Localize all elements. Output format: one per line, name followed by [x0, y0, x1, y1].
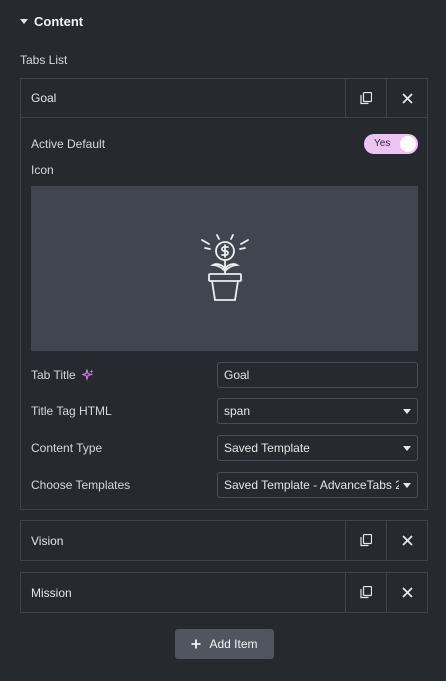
repeater-item-mission: Mission: [20, 572, 428, 613]
chevron-down-icon: [403, 445, 411, 451]
remove-button[interactable]: [386, 573, 427, 612]
add-item-label: Add Item: [209, 637, 258, 651]
duplicate-icon: [360, 534, 372, 547]
duplicate-button[interactable]: [345, 521, 386, 560]
close-icon: [401, 535, 413, 546]
title-tag-select[interactable]: span: [217, 398, 418, 424]
icon-picker-preview[interactable]: [31, 186, 418, 351]
duplicate-button[interactable]: [345, 79, 386, 117]
active-default-toggle[interactable]: Yes: [364, 134, 418, 154]
repeater-item-title[interactable]: Goal: [21, 79, 345, 117]
repeater-item-title[interactable]: Vision: [21, 521, 345, 560]
close-icon: [401, 92, 413, 104]
icon-label: Icon: [31, 163, 54, 177]
plus-icon: [191, 639, 201, 649]
ai-sparkle-icon[interactable]: [81, 369, 94, 381]
choose-templates-label: Choose Templates: [31, 478, 131, 492]
section-title: Content: [34, 13, 84, 29]
content-type-label: Content Type: [31, 441, 103, 455]
chevron-down-icon: [403, 482, 411, 488]
duplicate-button[interactable]: [345, 573, 386, 612]
caret-down-icon: [20, 18, 28, 24]
content-type-value: Saved Template: [224, 441, 310, 455]
repeater-item-title[interactable]: Mission: [21, 573, 345, 612]
remove-button[interactable]: [386, 79, 427, 117]
content-type-select[interactable]: Saved Template: [217, 435, 418, 461]
plant-money-icon: [200, 233, 249, 301]
title-tag-label: Title Tag HTML: [31, 404, 112, 418]
add-item-button[interactable]: Add Item: [175, 629, 274, 659]
tab-title-value: Goal: [224, 368, 250, 382]
close-icon: [401, 587, 413, 598]
active-default-label: Active Default: [31, 137, 106, 151]
toggle-knob: [400, 136, 416, 152]
choose-templates-select[interactable]: Saved Template - AdvanceTabs 2: [217, 472, 418, 498]
duplicate-icon: [360, 91, 372, 104]
content-section-toggle[interactable]: Content: [20, 12, 83, 30]
tabs-list-label: Tabs List: [20, 53, 68, 67]
remove-button[interactable]: [386, 521, 427, 560]
chevron-down-icon: [403, 408, 411, 414]
toggle-state-text: Yes: [374, 138, 391, 149]
duplicate-icon: [360, 586, 372, 599]
choose-templates-value: Saved Template - AdvanceTabs 2: [224, 478, 399, 492]
tab-title-label-row: Tab Title: [31, 368, 94, 382]
repeater-item-vision: Vision: [20, 520, 428, 561]
title-tag-value: span: [224, 404, 251, 418]
repeater-item-goal: Goal: [20, 78, 428, 118]
tab-title-label: Tab Title: [31, 368, 76, 382]
tab-title-input[interactable]: Goal: [217, 362, 418, 388]
